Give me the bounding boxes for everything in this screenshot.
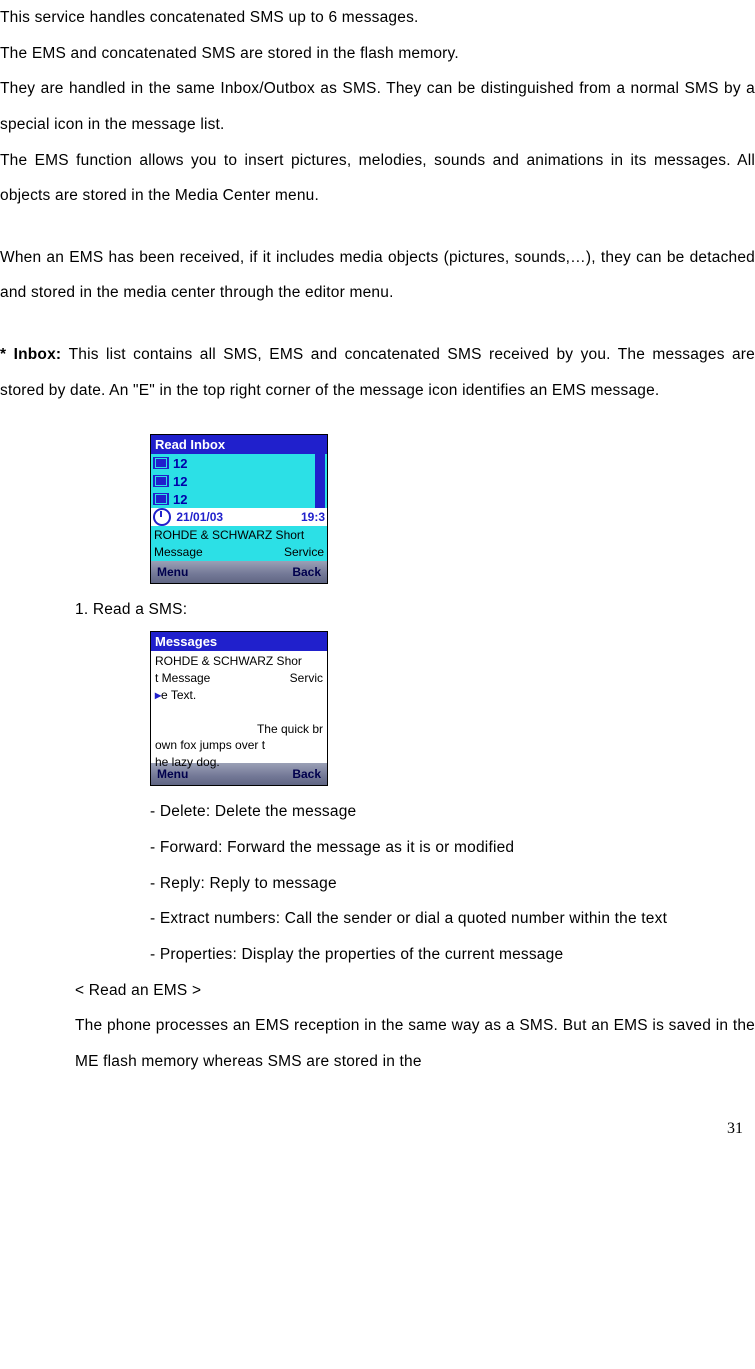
phone-inbox-figure: Read Inbox 12 12 12 21/01/03 19:3 ROHDE … bbox=[150, 434, 328, 583]
softkey-menu[interactable]: Menu bbox=[157, 565, 188, 579]
softkey-back[interactable]: Back bbox=[292, 767, 321, 781]
inbox-para: * Inbox: This list contains all SMS, EMS… bbox=[0, 337, 755, 408]
preview-line: ROHDE & SCHWARZ Short bbox=[154, 527, 324, 543]
option-delete: - Delete: Delete the message bbox=[150, 794, 755, 830]
intro-line-1: This service handles concatenated SMS up… bbox=[0, 0, 755, 36]
option-extract: - Extract numbers: Call the sender or di… bbox=[150, 901, 755, 937]
scrollbar[interactable] bbox=[315, 454, 325, 508]
inbox-item[interactable]: 12 bbox=[151, 472, 327, 490]
msg-line: The quick br bbox=[257, 722, 323, 736]
msg-line: t Message bbox=[155, 670, 210, 687]
softkey-back[interactable]: Back bbox=[292, 565, 321, 579]
envelope-icon bbox=[153, 493, 169, 505]
message-date: 21/01/03 bbox=[176, 510, 223, 524]
inbox-item-selected[interactable]: 21/01/03 19:3 bbox=[151, 508, 327, 526]
msg-line: e Text. bbox=[161, 688, 196, 702]
clock-icon bbox=[153, 508, 171, 526]
msg-line: own fox jumps over t bbox=[155, 737, 323, 754]
option-forward: - Forward: Forward the message as it is … bbox=[150, 830, 755, 866]
option-reply: - Reply: Reply to message bbox=[150, 866, 755, 902]
inbox-item[interactable]: 12 bbox=[151, 454, 327, 472]
msg-line: Servic bbox=[290, 670, 323, 687]
read-ems-heading: < Read an EMS > bbox=[75, 973, 755, 1009]
msg-line: ROHDE & SCHWARZ Shor bbox=[155, 653, 323, 670]
phone-message-figure: Messages ROHDE & SCHWARZ Shor t Message S… bbox=[150, 631, 328, 786]
intro-line-5: When an EMS has been received, if it inc… bbox=[0, 240, 755, 311]
intro-line-3: They are handled in the same Inbox/Outbo… bbox=[0, 71, 755, 142]
preview-line: Message bbox=[154, 544, 203, 560]
phone-title: Read Inbox bbox=[151, 435, 327, 454]
intro-line-2: The EMS and concatenated SMS are stored … bbox=[0, 36, 755, 72]
inbox-count: 12 bbox=[173, 456, 187, 471]
softkey-menu[interactable]: Menu bbox=[157, 767, 188, 781]
page-number: 31 bbox=[0, 1120, 755, 1138]
preview-line: Service bbox=[284, 544, 324, 560]
intro-line-4: The EMS function allows you to insert pi… bbox=[0, 143, 755, 214]
message-time: 19:3 bbox=[301, 510, 325, 524]
inbox-item[interactable]: 12 bbox=[151, 490, 327, 508]
envelope-icon bbox=[153, 457, 169, 469]
inbox-text: This list contains all SMS, EMS and conc… bbox=[0, 346, 755, 399]
option-properties: - Properties: Display the properties of … bbox=[150, 937, 755, 973]
read-ems-text: The phone processes an EMS reception in … bbox=[75, 1008, 755, 1079]
inbox-label: * Inbox: bbox=[0, 346, 69, 363]
inbox-count: 12 bbox=[173, 474, 187, 489]
inbox-count: 12 bbox=[173, 492, 187, 507]
phone-list: 12 12 12 bbox=[151, 454, 327, 508]
step-1-heading: 1. Read a SMS: bbox=[75, 592, 755, 628]
phone-title: Messages bbox=[151, 632, 327, 651]
envelope-icon bbox=[153, 475, 169, 487]
message-body: ROHDE & SCHWARZ Shor t MessageServic ▸e … bbox=[151, 651, 327, 763]
message-preview: ROHDE & SCHWARZ Short Message Service bbox=[151, 526, 327, 560]
